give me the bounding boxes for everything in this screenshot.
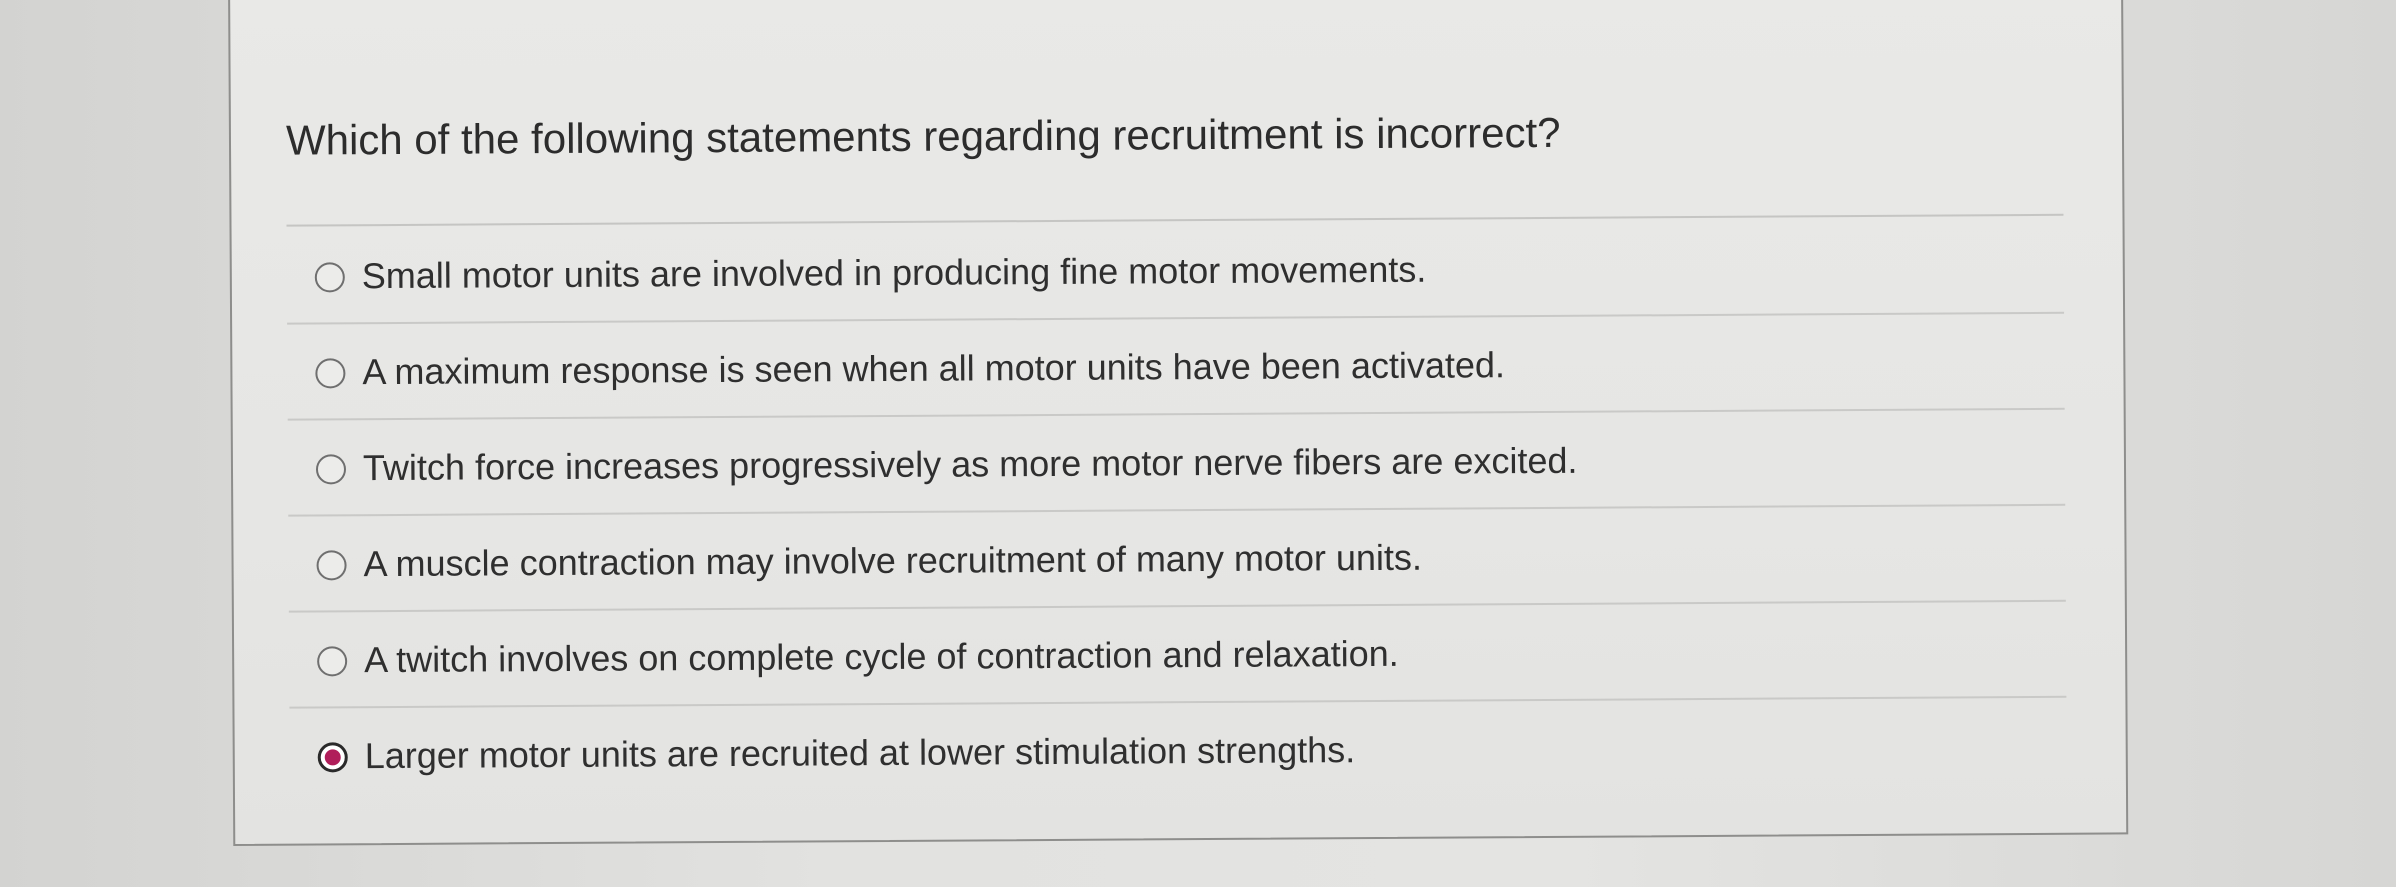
radio-button[interactable]	[315, 454, 347, 485]
radio-button[interactable]	[317, 646, 348, 677]
question-text: Which of the following statements regard…	[285, 108, 1561, 164]
answer-option-1[interactable]: Small motor units are involved in produc…	[287, 218, 2065, 325]
question-panel: Which of the following statements regard…	[228, 0, 2129, 846]
radio-button-selected[interactable]	[317, 742, 348, 773]
answer-option-4[interactable]: A muscle contraction may involve recruit…	[288, 506, 2066, 613]
answer-option-6[interactable]: Larger motor units are recruited at lowe…	[289, 698, 2067, 805]
radio-button[interactable]	[314, 262, 345, 293]
option-label: A twitch involves on complete cycle of c…	[364, 632, 1399, 681]
answer-option-5[interactable]: A twitch involves on complete cycle of c…	[289, 602, 2067, 709]
option-label: A maximum response is seen when all moto…	[362, 344, 1506, 393]
answer-option-2[interactable]: A maximum response is seen when all moto…	[287, 314, 2065, 421]
option-label: Twitch force increases progressively as …	[362, 439, 1578, 489]
option-label: Larger motor units are recruited at lowe…	[364, 729, 1356, 777]
answer-option-3[interactable]: Twitch force increases progressively as …	[288, 410, 2066, 517]
option-label: Small motor units are involved in produc…	[361, 248, 1427, 297]
option-label: A muscle contraction may involve recruit…	[363, 536, 1423, 585]
radio-button[interactable]	[315, 358, 346, 389]
radio-button[interactable]	[316, 550, 347, 581]
